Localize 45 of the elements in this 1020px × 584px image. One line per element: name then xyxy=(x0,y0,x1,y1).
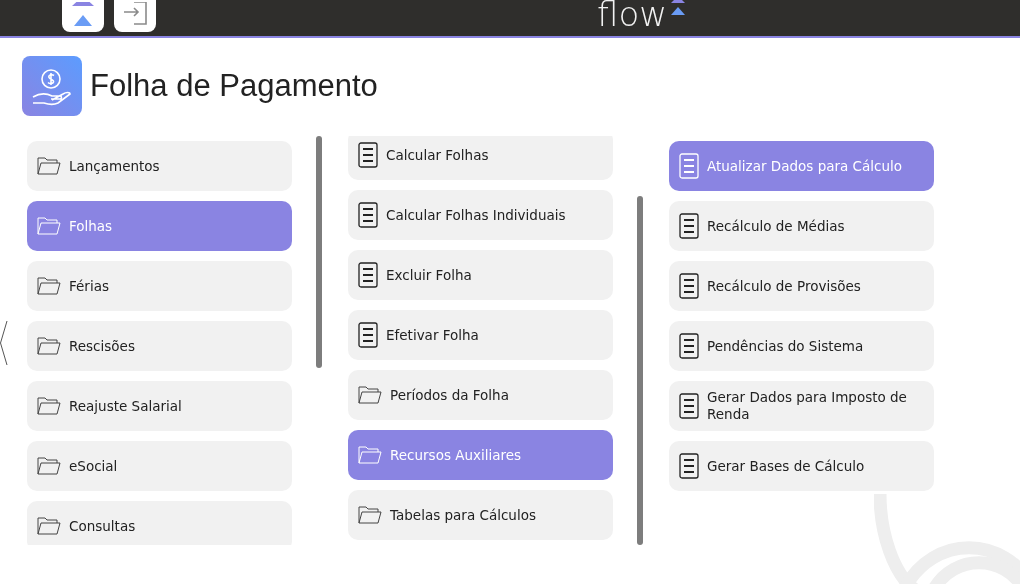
menu-item[interactable]: Recálculo de Médias xyxy=(669,201,934,251)
folder-icon xyxy=(37,276,61,296)
document-icon xyxy=(679,393,699,419)
menu-item[interactable]: Recálculo de Provisões xyxy=(669,261,934,311)
folder-icon xyxy=(37,396,61,416)
menu-item[interactable]: Consultas xyxy=(27,501,292,545)
menu-item[interactable]: Pendências do Sistema xyxy=(669,321,934,371)
folder-icon xyxy=(37,216,61,236)
document-icon xyxy=(358,202,378,228)
logo: flow xyxy=(597,0,690,34)
menu-item[interactable]: Gerar Bases de Cálculo xyxy=(669,441,934,491)
scrollbar-thumb[interactable] xyxy=(637,196,643,545)
menu-item[interactable]: Períodos da Folha xyxy=(348,370,613,420)
document-icon xyxy=(679,153,699,179)
folder-icon xyxy=(358,505,382,525)
menu-item[interactable]: Calcular Folhas xyxy=(348,136,613,180)
chevron-left-icon[interactable] xyxy=(0,320,8,366)
menu-item[interactable]: Lançamentos xyxy=(27,141,292,191)
folder-icon xyxy=(37,516,61,536)
menu-item[interactable]: Tabelas para Cálculos xyxy=(348,490,613,540)
menu-item[interactable]: eSocial xyxy=(27,441,292,491)
document-icon xyxy=(679,453,699,479)
menu-item[interactable]: Rescisões xyxy=(27,321,292,371)
menu-item[interactable]: Calcular Folhas Individuais xyxy=(348,190,613,240)
folder-icon xyxy=(37,456,61,476)
document-icon xyxy=(358,322,378,348)
page-title: Folha de Pagamento xyxy=(90,68,378,104)
document-icon xyxy=(679,273,699,299)
logout-button[interactable] xyxy=(114,0,156,32)
document-icon xyxy=(679,333,699,359)
menu-item[interactable]: Efetivar Folha xyxy=(348,310,613,360)
folder-icon xyxy=(37,336,61,356)
folder-icon xyxy=(358,385,382,405)
menu-item[interactable]: Gerar Dados para Imposto de Renda xyxy=(669,381,934,431)
folder-icon xyxy=(37,156,61,176)
menu-item[interactable]: Reajuste Salarial xyxy=(27,381,292,431)
document-icon xyxy=(358,142,378,168)
document-icon xyxy=(679,213,699,239)
menu-item[interactable]: Férias xyxy=(27,261,292,311)
menu-item[interactable]: Excluir Folha xyxy=(348,250,613,300)
scrollbar-thumb[interactable] xyxy=(316,136,322,368)
folder-icon xyxy=(358,445,382,465)
payment-hand-icon xyxy=(22,56,82,116)
home-button[interactable] xyxy=(62,0,104,32)
document-icon xyxy=(358,262,378,288)
